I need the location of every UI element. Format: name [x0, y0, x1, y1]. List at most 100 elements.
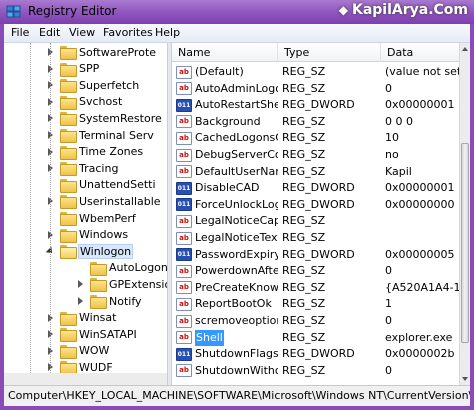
- value-data: Kapil: [385, 164, 412, 178]
- collapsed-arrow-icon[interactable]: [46, 47, 56, 57]
- collapsed-arrow-icon[interactable]: [46, 97, 56, 107]
- value-name: CachedLogonsC...: [195, 131, 278, 145]
- tree-item[interactable]: Winsat: [46, 310, 116, 326]
- collapsed-arrow-icon[interactable]: [46, 64, 56, 74]
- status-bar-path: Computer\HKEY_LOCAL_MACHINE\SOFTWARE\Mic…: [4, 385, 470, 406]
- collapsed-arrow-icon[interactable]: [46, 163, 56, 173]
- scroll-thumb[interactable]: [461, 143, 469, 343]
- tree-item[interactable]: WOW: [46, 343, 109, 359]
- collapsed-arrow-icon[interactable]: [46, 196, 56, 206]
- tree-item[interactable]: Terminal Serv: [46, 127, 154, 143]
- column-header-data[interactable]: Data: [381, 43, 459, 62]
- value-name-cell: ab (Default): [176, 64, 278, 80]
- tree-item-label: Notify: [109, 294, 142, 308]
- collapsed-arrow-icon[interactable]: [46, 130, 56, 140]
- menu-bar: File Edit View Favorites Help: [4, 24, 470, 43]
- value-name-cell: 011 ShutdownFlags: [176, 346, 278, 362]
- value-row[interactable]: ab Background REG_SZ 0 0 0: [172, 114, 459, 130]
- scroll-down-arrow-icon[interactable]: [462, 377, 468, 381]
- list-vertical-scrollbar[interactable]: [459, 43, 470, 385]
- value-row[interactable]: 011AutoRestartShell REG_DWORD 0x00000001 (…: [172, 97, 459, 113]
- menu-view[interactable]: View: [66, 26, 98, 39]
- value-row[interactable]: 011ShutdownFlags REG_DWORD 0x0000002b (43: [172, 346, 459, 362]
- menu-help[interactable]: Help: [152, 26, 183, 39]
- binary-value-icon: 011: [176, 198, 192, 212]
- expanded-arrow-icon[interactable]: [46, 246, 56, 256]
- value-row[interactable]: abShutdownWitho... REG_SZ 0: [172, 363, 459, 379]
- collapsed-arrow-icon[interactable]: [46, 313, 56, 323]
- tree-item-label: Winlogon: [77, 243, 134, 259]
- value-row[interactable]: ab scremoveoption REG_SZ 0: [172, 313, 459, 329]
- value-row[interactable]: abDebugServerCo... REG_SZ no: [172, 147, 459, 163]
- column-header-type[interactable]: Type: [278, 43, 381, 62]
- tree-item[interactable]: UnattendSetti: [46, 177, 156, 193]
- value-type: REG_DWORD: [282, 181, 355, 195]
- value-name: LegalNoticeCap...: [195, 214, 278, 228]
- string-value-icon: ab: [176, 297, 192, 311]
- tree-item[interactable]: Windows: [46, 227, 128, 243]
- tree-item[interactable]: SPP: [46, 61, 99, 77]
- value-row[interactable]: abPreCreateKnow... REG_SZ {A520A1A4-178: [172, 280, 459, 296]
- value-name-cell: ab Background: [176, 114, 278, 130]
- value-row[interactable]: abPowerdownAfte... REG_SZ 0: [172, 263, 459, 279]
- collapsed-arrow-icon[interactable]: [46, 329, 56, 339]
- value-row[interactable]: 011DisableCAD REG_DWORD 0x00000001 (1): [172, 180, 459, 196]
- value-name: ForceUnlockLog...: [195, 197, 278, 211]
- value-name: AutoAdminLogon: [195, 81, 278, 95]
- tree-item[interactable]: Superfetch: [46, 77, 139, 94]
- tree-item-label: Svchost: [79, 95, 123, 109]
- collapsed-arrow-icon[interactable]: [76, 279, 86, 289]
- collapsed-arrow-icon[interactable]: [46, 346, 56, 356]
- tree-item[interactable]: AutoLogon: [76, 260, 167, 276]
- folder-icon: [90, 278, 107, 293]
- menu-favorites[interactable]: Favorites: [100, 26, 156, 39]
- title-bar[interactable]: Registry Editor ◆ KapilArya.Com: [0, 0, 474, 24]
- tree-item[interactable]: WbemPerf: [46, 210, 136, 226]
- string-value-icon: ab: [176, 148, 192, 162]
- collapsed-arrow-icon[interactable]: [76, 296, 86, 306]
- tree-item[interactable]: SoftwareProte: [46, 44, 156, 60]
- tree-item-label: WbemPerf: [79, 211, 136, 225]
- collapsed-arrow-icon[interactable]: [46, 362, 56, 372]
- tree-item[interactable]: WinSATAPI: [46, 326, 137, 343]
- registry-key-tree[interactable]: SoftwareProte SPP Superfetch Svchost SystemR…: [4, 43, 168, 385]
- tree-item[interactable]: Tracing: [46, 160, 118, 177]
- tree-item[interactable]: Winlogon: [46, 243, 134, 260]
- string-value-icon: ab: [176, 281, 192, 295]
- folder-icon: [90, 295, 107, 309]
- menu-file[interactable]: File: [8, 26, 32, 39]
- value-row[interactable]: ab (Default) REG_SZ (value not set): [172, 64, 459, 80]
- collapsed-arrow-icon[interactable]: [46, 80, 56, 90]
- collapsed-arrow-icon[interactable]: [46, 230, 56, 240]
- menu-edit[interactable]: Edit: [36, 26, 63, 39]
- tree-item[interactable]: Notify: [76, 293, 142, 309]
- collapsed-arrow-icon[interactable]: [46, 113, 56, 123]
- value-name: DebugServerCo...: [195, 148, 278, 161]
- collapsed-arrow-icon[interactable]: [46, 147, 56, 157]
- tree-item[interactable]: Svchost: [46, 94, 122, 110]
- value-data: 0: [385, 314, 392, 327]
- value-data: 0x0000002b (43: [385, 347, 459, 361]
- registry-value-list[interactable]: Name Type Data ab (Default) REG_SZ (value n…: [172, 43, 459, 385]
- tree-item[interactable]: GPExtensio: [76, 276, 167, 293]
- value-row[interactable]: abDefaultUserName REG_SZ Kapil: [172, 164, 459, 180]
- tree-item[interactable]: SystemRestore: [46, 110, 162, 127]
- open-folder-icon: [60, 245, 77, 260]
- client-area: SoftwareProte SPP Superfetch Svchost SystemR…: [4, 43, 470, 385]
- value-row[interactable]: abLegalNoticeCap... REG_SZ: [172, 213, 459, 229]
- column-header-name[interactable]: Name: [172, 43, 278, 62]
- scroll-up-arrow-icon[interactable]: [462, 47, 468, 51]
- value-row[interactable]: abCachedLogonsC... REG_SZ 10: [172, 130, 459, 146]
- tree-item[interactable]: Time Zones: [46, 144, 143, 160]
- value-row[interactable]: ab LegalNoticeText REG_SZ: [172, 230, 459, 246]
- tree-guide-line: [30, 43, 31, 385]
- value-row[interactable]: abAutoAdminLogon REG_SZ 0: [172, 81, 459, 97]
- tree-horizontal-scrollbar[interactable]: [4, 373, 167, 385]
- tree-item[interactable]: Userinstallable: [46, 193, 161, 210]
- value-name-cell: 011ForceUnlockLog...: [176, 197, 278, 213]
- value-row[interactable]: 011PasswordExpiry... REG_DWORD 0x00000005 …: [172, 247, 459, 263]
- value-row[interactable]: ab ReportBootOk REG_SZ 1: [172, 296, 459, 312]
- value-row[interactable]: 011ForceUnlockLog... REG_DWORD 0x00000000 …: [172, 197, 459, 213]
- value-row[interactable]: ab Shell REG_SZ explorer.exe: [172, 329, 459, 346]
- window-title: Registry Editor: [28, 4, 117, 18]
